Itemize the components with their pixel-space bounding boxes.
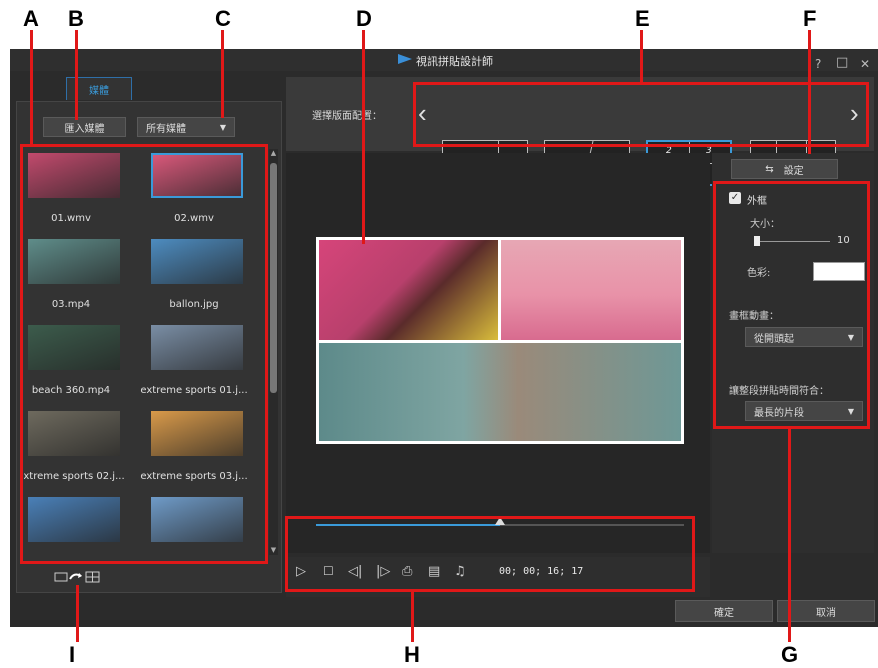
collage-slot-2[interactable] (501, 240, 681, 340)
callout-d: D (356, 6, 372, 31)
ok-button[interactable]: 確定 (675, 600, 773, 622)
callout-f: F (803, 6, 817, 31)
leader-c (221, 30, 224, 118)
media-scrollbar[interactable]: ▲ ▼ (269, 149, 278, 555)
app-logo-icon (398, 54, 412, 64)
leader-b (75, 30, 78, 120)
highlight-media-grid (20, 144, 268, 564)
leader-a (30, 30, 33, 146)
collage-preview[interactable] (316, 237, 684, 444)
list-view-icon (54, 571, 100, 583)
leader-i (76, 585, 79, 642)
settings-icon: ⇆ (765, 163, 774, 175)
leader-h (411, 591, 414, 642)
leader-f (808, 30, 811, 154)
cancel-button[interactable]: 取消 (777, 600, 875, 622)
callout-c: C (215, 6, 231, 31)
maximize-button[interactable]: □ (836, 55, 848, 70)
highlight-playback (285, 516, 695, 592)
chevron-down-icon: ▼ (219, 122, 226, 132)
callout-i: I (69, 642, 76, 667)
scroll-down-icon[interactable]: ▼ (269, 546, 278, 554)
collage-slot-1[interactable] (319, 240, 498, 340)
media-filter-dropdown[interactable]: 所有媒體 ▼ (137, 117, 235, 137)
highlight-settings (713, 181, 870, 429)
leader-d (362, 30, 365, 244)
settings-button[interactable]: ⇆ 設定 (731, 159, 838, 179)
callout-b: B (68, 6, 84, 31)
callout-g: G (781, 642, 799, 667)
title-bar: 視訊拼貼設計師 ? □ ✕ (10, 49, 878, 71)
callout-h: H (404, 642, 420, 667)
callout-a: A (23, 6, 39, 31)
highlight-layout-selector (413, 82, 869, 147)
scroll-thumb[interactable] (270, 163, 277, 393)
callout-e: E (635, 6, 650, 31)
leader-e (640, 30, 643, 84)
help-button[interactable]: ? (815, 57, 821, 71)
leader-g (788, 428, 791, 642)
close-button[interactable]: ✕ (860, 57, 870, 71)
collage-slot-3[interactable] (319, 343, 681, 441)
layout-label: 選擇版面配置： (312, 111, 382, 122)
import-media-button[interactable]: 匯入媒體 (43, 117, 126, 137)
media-filter-value: 所有媒體 (146, 123, 186, 135)
scroll-up-icon[interactable]: ▲ (269, 149, 278, 157)
window-title: 視訊拼貼設計師 (416, 55, 493, 68)
view-toggle[interactable] (54, 569, 104, 583)
settings-button-label: 設定 (783, 165, 804, 177)
